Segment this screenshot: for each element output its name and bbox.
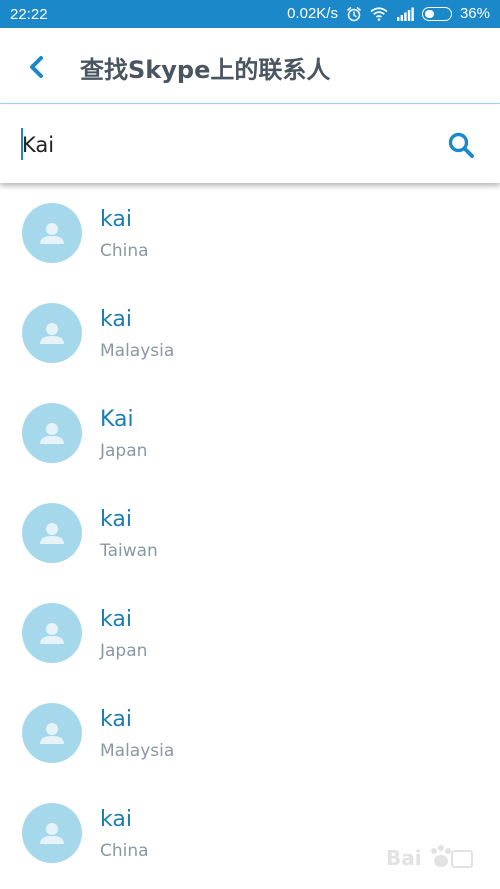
avatar xyxy=(22,503,82,563)
battery-percent: 36% xyxy=(459,5,490,22)
result-item[interactable]: kai China xyxy=(0,183,500,283)
contact-location: China xyxy=(100,241,149,261)
avatar xyxy=(22,203,82,263)
contact-location: Japan xyxy=(100,641,148,661)
status-time: 22:22 xyxy=(10,6,48,23)
avatar xyxy=(22,603,82,663)
network-speed: 0.02K/s xyxy=(287,5,338,22)
person-icon xyxy=(40,723,64,744)
contact-location: Malaysia xyxy=(100,741,175,761)
avatar xyxy=(22,803,82,863)
contact-name: Kai xyxy=(100,407,134,432)
search-icon[interactable] xyxy=(446,130,476,160)
person-icon xyxy=(40,423,64,444)
avatar xyxy=(22,703,82,763)
status-indicators: 0.02K/s 36% xyxy=(287,5,490,22)
person-icon xyxy=(40,823,64,844)
status-bar: 22:22 0.02K/s 36% xyxy=(0,0,500,28)
contact-name: kai xyxy=(100,307,132,332)
battery-fill xyxy=(424,9,434,18)
svg-text:Bai: Bai xyxy=(386,846,422,870)
person-icon xyxy=(40,623,64,644)
back-button[interactable] xyxy=(22,52,52,82)
battery-icon xyxy=(421,6,452,21)
person-icon xyxy=(40,523,64,544)
person-icon xyxy=(40,323,64,344)
result-item[interactable]: kai Taiwan xyxy=(0,483,500,583)
contact-location: Malaysia xyxy=(100,341,175,361)
result-item[interactable]: kai Malaysia xyxy=(0,283,500,383)
avatar xyxy=(22,403,82,463)
result-item[interactable]: Kai Japan xyxy=(0,383,500,483)
contact-name: kai xyxy=(100,707,132,732)
contact-name: kai xyxy=(100,607,132,632)
page-title: 查找Skype上的联系人 xyxy=(80,56,331,84)
contact-name: kai xyxy=(100,507,132,532)
result-item[interactable]: kai Japan xyxy=(0,583,500,683)
contact-location: China xyxy=(100,841,149,861)
app-bar: 查找Skype上的联系人 xyxy=(0,28,500,104)
contact-location: Japan xyxy=(100,441,148,461)
alarm-icon xyxy=(346,6,362,22)
person-icon xyxy=(40,223,64,244)
contact-location: Taiwan xyxy=(100,541,158,561)
text-cursor xyxy=(21,128,23,160)
watermark-logo: Bai xyxy=(386,843,476,877)
wifi-icon xyxy=(370,6,388,21)
signal-icon xyxy=(396,7,414,21)
search-bar xyxy=(0,105,500,183)
chevron-left-icon xyxy=(30,56,43,78)
avatar xyxy=(22,303,82,363)
result-item[interactable]: kai Malaysia xyxy=(0,683,500,783)
contact-name: kai xyxy=(100,807,132,832)
contact-name: kai xyxy=(100,207,132,232)
search-input[interactable] xyxy=(22,125,422,165)
results-list: kai China kai Malaysia Kai Japan kai Taiwan kai J… xyxy=(0,183,500,889)
